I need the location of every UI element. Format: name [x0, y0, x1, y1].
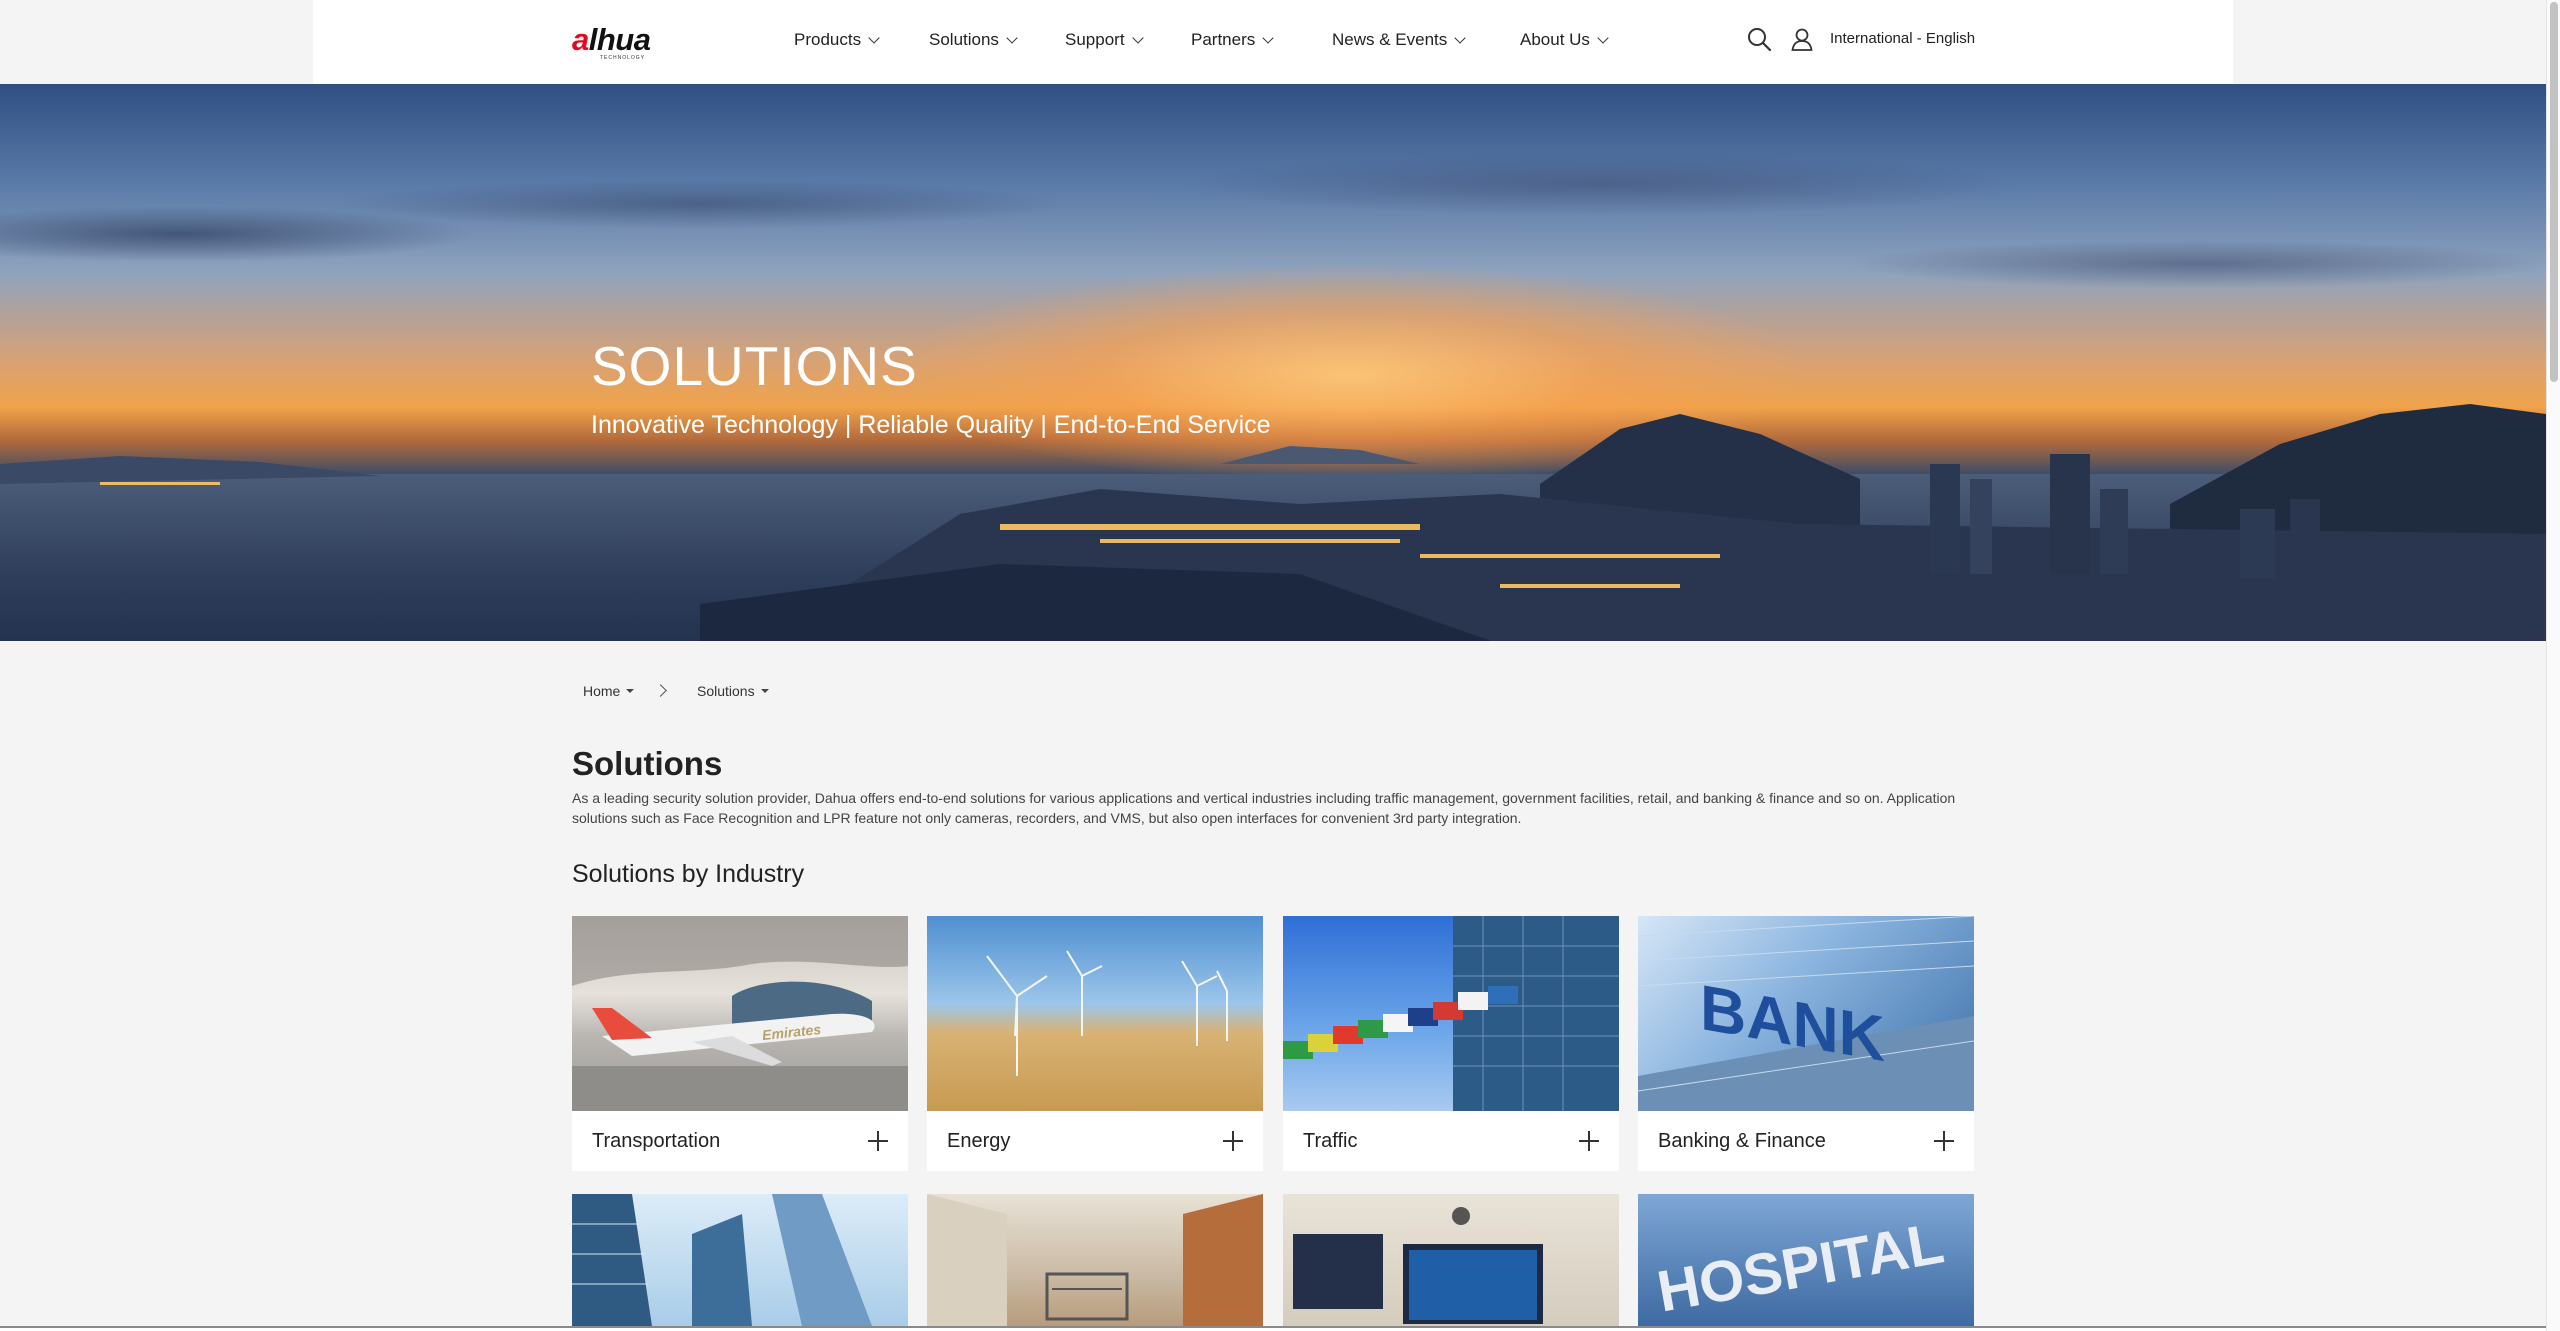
industry-card-traffic[interactable]: Traffic	[1283, 916, 1619, 1171]
banking-image: BANK	[1638, 916, 1974, 1111]
browser-viewport: alhua TECHNOLOGY Products Solutions Supp…	[0, 0, 2546, 1328]
nav-label: Support	[1065, 30, 1125, 49]
energy-image	[927, 916, 1263, 1111]
card-footer: Traffic	[1283, 1111, 1619, 1171]
traffic-image	[1283, 916, 1619, 1111]
chevron-right-icon	[654, 684, 667, 697]
dahua-logo[interactable]: alhua TECHNOLOGY	[572, 22, 682, 62]
shopping-mall-image	[927, 1194, 1263, 1326]
logo-wordmark: alhua	[572, 22, 651, 57]
breadcrumb-home[interactable]: Home	[583, 683, 635, 699]
user-icon[interactable]	[1789, 26, 1815, 52]
hero-cityscape-image	[0, 404, 2546, 641]
classroom-image	[1283, 1194, 1619, 1326]
nav-solutions[interactable]: Solutions	[929, 30, 1018, 50]
industry-card-banking-finance[interactable]: BANK Banking & Finance	[1638, 916, 1974, 1171]
breadcrumb-label: Home	[583, 683, 621, 699]
caret-down-icon	[760, 689, 769, 693]
section-title: Solutions by Industry	[572, 860, 805, 888]
nav-label: Products	[794, 30, 862, 49]
card-footer: Banking & Finance	[1638, 1111, 1974, 1171]
hospital-sign-text: HOSPITAL	[1652, 1210, 1949, 1325]
plus-icon[interactable]	[868, 1131, 888, 1151]
chevron-down-icon	[868, 31, 880, 44]
industry-card-building[interactable]	[572, 1194, 908, 1326]
hero-title: SOLUTIONS	[591, 335, 918, 397]
industry-card-energy[interactable]: Energy	[927, 916, 1263, 1171]
chevron-down-icon	[1262, 31, 1274, 44]
breadcrumb-label: Solutions	[697, 683, 755, 699]
card-label: Banking & Finance	[1658, 1130, 1826, 1152]
industry-card-education[interactable]	[1283, 1194, 1619, 1326]
chevron-down-icon	[1131, 31, 1144, 44]
nav-label: About Us	[1520, 30, 1590, 49]
plus-icon[interactable]	[1223, 1131, 1243, 1151]
card-label: Energy	[947, 1130, 1011, 1152]
nav-partners[interactable]: Partners	[1191, 30, 1274, 50]
skyscrapers-image	[572, 1194, 908, 1326]
nav-label: Partners	[1191, 30, 1256, 49]
industry-card-healthcare[interactable]: HOSPITAL	[1638, 1194, 1974, 1326]
nav-products[interactable]: Products	[794, 30, 880, 50]
search-icon[interactable]	[1746, 26, 1772, 52]
scrollbar-thumb[interactable]	[2550, 2, 2558, 382]
hero-banner: SOLUTIONS Innovative Technology | Reliab…	[0, 84, 2546, 641]
card-label: Transportation	[592, 1130, 721, 1152]
nav-news-events[interactable]: News & Events	[1332, 30, 1466, 50]
site-header: alhua TECHNOLOGY Products Solutions Supp…	[313, 0, 2233, 84]
industry-card-retail[interactable]	[927, 1194, 1263, 1326]
industry-card-transportation[interactable]: Emirates Transportation	[572, 916, 908, 1171]
plus-icon[interactable]	[1579, 1131, 1599, 1151]
chevron-down-icon	[1597, 31, 1609, 44]
logo-subtitle: TECHNOLOGY	[600, 55, 646, 61]
card-label: Traffic	[1303, 1130, 1358, 1152]
language-selector[interactable]: International - English	[1830, 30, 1975, 47]
hero-subtitle: Innovative Technology | Reliable Quality…	[591, 411, 1271, 439]
page-scrollbar[interactable]	[2546, 0, 2560, 1331]
caret-down-icon	[626, 689, 635, 693]
transportation-image: Emirates	[572, 916, 908, 1111]
nav-about-us[interactable]: About Us	[1520, 30, 1609, 50]
intro-paragraph: As a leading security solution provider,…	[572, 790, 1956, 826]
nav-label: Solutions	[929, 30, 999, 49]
plus-icon[interactable]	[1934, 1131, 1954, 1151]
chevron-down-icon	[1454, 31, 1466, 44]
nav-label: News & Events	[1332, 30, 1448, 49]
chevron-down-icon	[1006, 31, 1018, 44]
nav-support[interactable]: Support	[1065, 30, 1144, 50]
card-footer: Transportation	[572, 1111, 908, 1171]
hospital-image: HOSPITAL	[1638, 1194, 1974, 1326]
card-footer: Energy	[927, 1111, 1263, 1171]
breadcrumb-solutions[interactable]: Solutions	[697, 683, 769, 699]
page-title: Solutions	[572, 745, 723, 782]
